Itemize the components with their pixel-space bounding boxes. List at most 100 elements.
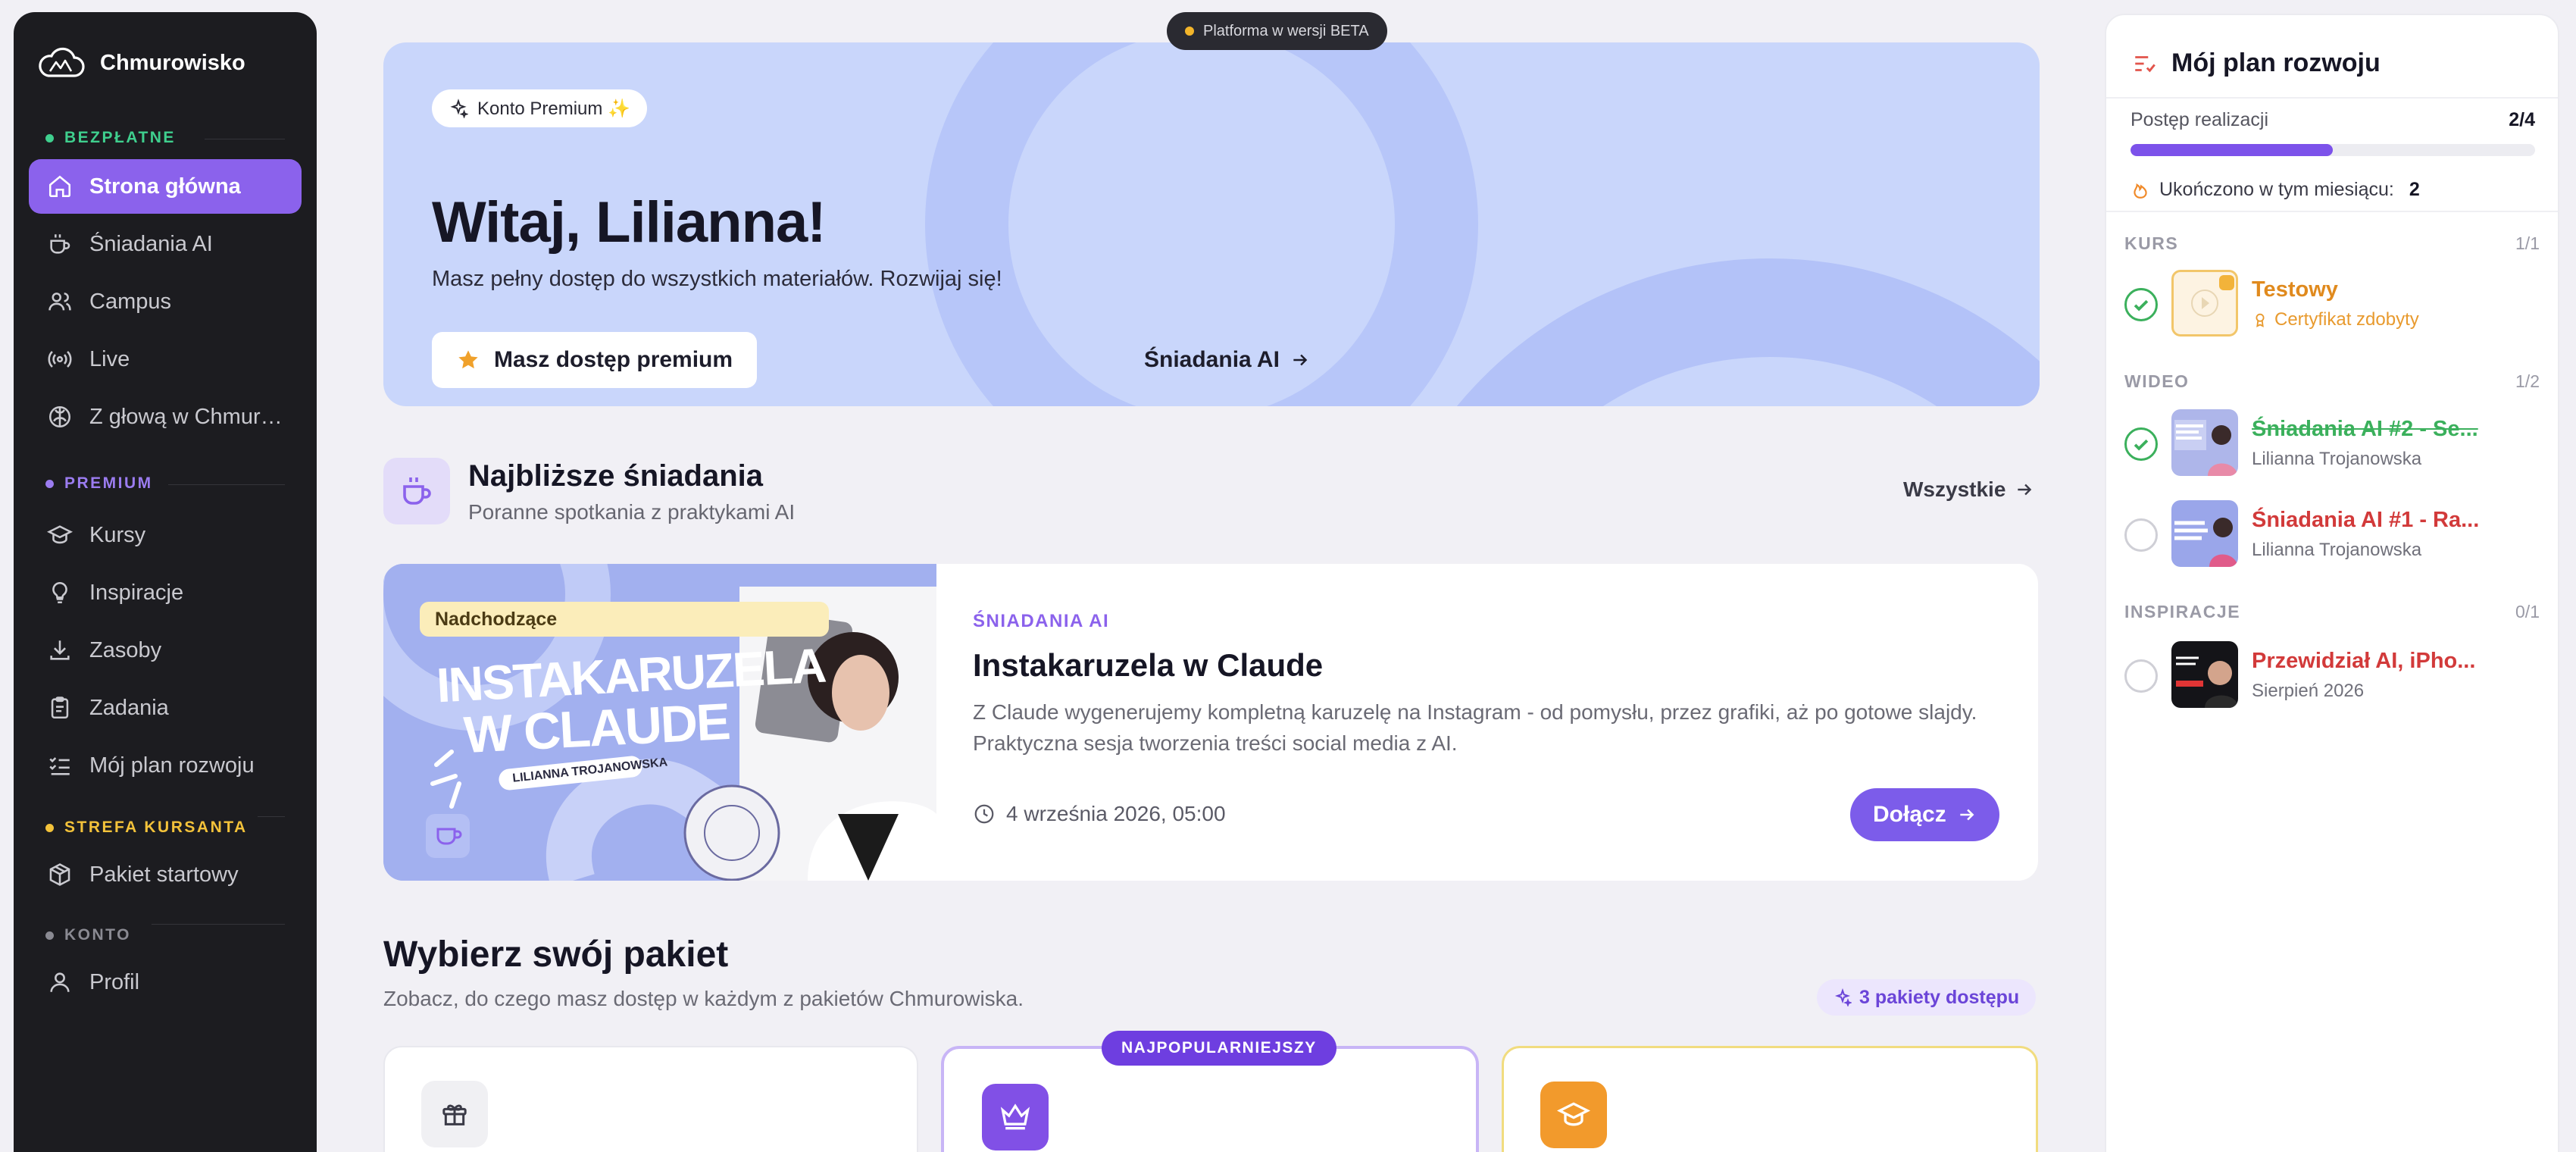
brain-icon bbox=[48, 405, 71, 428]
divider bbox=[258, 816, 285, 817]
package-icon-box bbox=[982, 1084, 1049, 1150]
sidebar-item-kursy[interactable]: Kursy bbox=[29, 508, 302, 562]
item-title: Przewidział AI, iPho... bbox=[2252, 649, 2476, 673]
plan-item-video-1[interactable]: Śniadania AI #1 - Ra... Lilianna Trojano… bbox=[2124, 500, 2549, 570]
sparkles-icon bbox=[1834, 988, 1852, 1006]
section-title: BEZPŁATNE bbox=[64, 129, 176, 146]
section-label-student: STREFA KURSANTA bbox=[45, 819, 248, 837]
sidebar-item-home[interactable]: Strona główna bbox=[29, 159, 302, 214]
inspiration-thumbnail-art bbox=[2171, 641, 2238, 708]
check-icon bbox=[2134, 439, 2149, 451]
cloud-logo-icon bbox=[39, 47, 85, 77]
check-icon bbox=[2134, 299, 2149, 311]
arrow-right-icon bbox=[1293, 354, 1308, 366]
group-count-course: 1/1 bbox=[2515, 233, 2540, 253]
item-title: Śniadania AI #1 - Ra... bbox=[2252, 508, 2480, 532]
divider bbox=[2106, 97, 2558, 99]
sniadania-link[interactable]: Śniadania AI bbox=[1144, 332, 1310, 388]
group-count-video: 1/2 bbox=[2515, 371, 2540, 391]
sidebar-item-label: Kursy bbox=[89, 522, 146, 547]
todo-check[interactable] bbox=[2124, 518, 2158, 552]
event-category: ŚNIADANIA AI bbox=[973, 611, 1110, 631]
course-thumbnail bbox=[2171, 270, 2238, 337]
sidebar-item-live[interactable]: Live bbox=[29, 332, 302, 387]
sparkles-icon bbox=[450, 99, 468, 118]
flame-icon bbox=[2134, 183, 2147, 199]
sidebar-item-profil[interactable]: Profil bbox=[29, 955, 302, 1010]
sidebar-item-campus[interactable]: Campus bbox=[29, 274, 302, 329]
packages-count-chip: 3 pakiety dostępu bbox=[1817, 979, 2037, 1016]
date-label: 4 września 2026, 05:00 bbox=[1006, 802, 1226, 825]
sidebar-item-zadania[interactable]: Zadania bbox=[29, 681, 302, 735]
section-label-premium: PREMIUM bbox=[45, 474, 153, 493]
upcoming-badge: Nadchodzące bbox=[420, 602, 829, 637]
sidebar: Chmurowisko BEZPŁATNE Strona główna Śnia… bbox=[14, 12, 317, 1152]
item-meta: Lilianna Trojanowska bbox=[2252, 449, 2422, 469]
list-check-icon bbox=[2135, 55, 2156, 72]
join-button[interactable]: Dołącz bbox=[1850, 788, 1999, 841]
sidebar-item-zasoby[interactable]: Zasoby bbox=[29, 623, 302, 678]
arrow-right-icon bbox=[2018, 484, 2032, 496]
package-card-free[interactable] bbox=[383, 1046, 918, 1152]
section-dot bbox=[45, 133, 54, 142]
arrow-right-icon bbox=[1960, 809, 1974, 821]
beta-dot bbox=[1185, 27, 1194, 36]
play-icon bbox=[2191, 275, 2234, 317]
video-thumbnail-art bbox=[2171, 409, 2238, 476]
inspiration-thumbnail bbox=[2171, 641, 2238, 708]
beta-label: Platforma w wersji BETA bbox=[1203, 22, 1369, 39]
sidebar-item-pakiet[interactable]: Pakiet startowy bbox=[29, 847, 302, 902]
item-title: Testowy bbox=[2252, 277, 2338, 302]
divider bbox=[168, 484, 285, 485]
month-label: Ukończono w tym miesiącu: bbox=[2159, 179, 2394, 200]
section-title: PREMIUM bbox=[64, 474, 153, 492]
event-card[interactable]: INSTAKARUZELA W CLAUDE LILIANNA TROJANOW… bbox=[383, 564, 2038, 881]
section-dot bbox=[45, 931, 54, 940]
breakfast-section-icon bbox=[383, 458, 450, 524]
month-value: 2 bbox=[2409, 179, 2420, 200]
divider bbox=[2106, 211, 2558, 212]
see-all-link[interactable]: Wszystkie bbox=[1903, 477, 2034, 502]
sidebar-item-label: Profil bbox=[89, 969, 140, 994]
plan-item-video-2[interactable]: Śniadania AI #2 - Se... Lilianna Trojano… bbox=[2124, 409, 2549, 479]
sidebar-item-z-glowa[interactable]: Z głową w Chmurowisku bbox=[29, 390, 302, 444]
section-label-account: KONTO bbox=[45, 926, 131, 944]
brand[interactable]: Chmurowisko bbox=[36, 45, 245, 80]
item-meta: Certyfikat zdobyty bbox=[2252, 309, 2419, 330]
group-label-inspiration: INSPIRACJE bbox=[2124, 602, 2241, 621]
premium-access-button[interactable]: Masz dostęp premium bbox=[432, 332, 758, 388]
clipboard-icon bbox=[51, 697, 69, 719]
welcome-title: Witaj, Lilianna! bbox=[432, 190, 827, 255]
sidebar-item-label: Mój plan rozwoju bbox=[89, 753, 255, 778]
video-thumbnail-art bbox=[2171, 500, 2238, 567]
group-label-course: KURS bbox=[2124, 233, 2179, 253]
lightbulb-icon bbox=[52, 581, 67, 604]
meta-label: Certyfikat zdobyty bbox=[2274, 309, 2419, 330]
completed-check[interactable] bbox=[2124, 288, 2158, 321]
divider bbox=[152, 924, 285, 925]
link-label: Wszystkie bbox=[1903, 477, 2006, 501]
most-popular-ribbon: NAJPOPULARNIEJSZY bbox=[1102, 1031, 1336, 1066]
star-icon bbox=[458, 350, 478, 369]
item-title: Śniadania AI #2 - Se... bbox=[2252, 417, 2478, 441]
sidebar-item-plan[interactable]: Mój plan rozwoju bbox=[29, 738, 302, 793]
package-icon bbox=[49, 863, 70, 886]
group-count-inspiration: 0/1 bbox=[2515, 602, 2540, 621]
list-check-icon bbox=[49, 757, 70, 775]
button-label: Masz dostęp premium bbox=[494, 347, 733, 372]
completed-check[interactable] bbox=[2124, 427, 2158, 461]
packages-subtitle: Zobacz, do czego masz dostęp w każdym z … bbox=[383, 987, 1024, 1010]
group-label-video: WIDEO bbox=[2124, 371, 2190, 391]
brand-name: Chmurowisko bbox=[100, 50, 245, 75]
plan-item-inspiration[interactable]: Przewidział AI, iPho... Sierpień 2026 bbox=[2124, 641, 2549, 711]
sidebar-item-sniadania[interactable]: Śniadania AI bbox=[29, 217, 302, 271]
premium-account-chip: Konto Premium ✨ bbox=[432, 89, 647, 127]
plan-item-course[interactable]: Testowy Certyfikat zdobyty bbox=[2124, 270, 2549, 340]
sidebar-item-inspiracje[interactable]: Inspiracje bbox=[29, 565, 302, 620]
event-thumbnail: INSTAKARUZELA W CLAUDE LILIANNA TROJANOW… bbox=[383, 564, 936, 881]
download-icon bbox=[50, 640, 70, 660]
todo-check[interactable] bbox=[2124, 659, 2158, 693]
section-dot bbox=[45, 479, 54, 488]
breakfasts-title: Najbliższe śniadania bbox=[468, 459, 764, 493]
package-card-student[interactable] bbox=[1502, 1046, 2038, 1152]
